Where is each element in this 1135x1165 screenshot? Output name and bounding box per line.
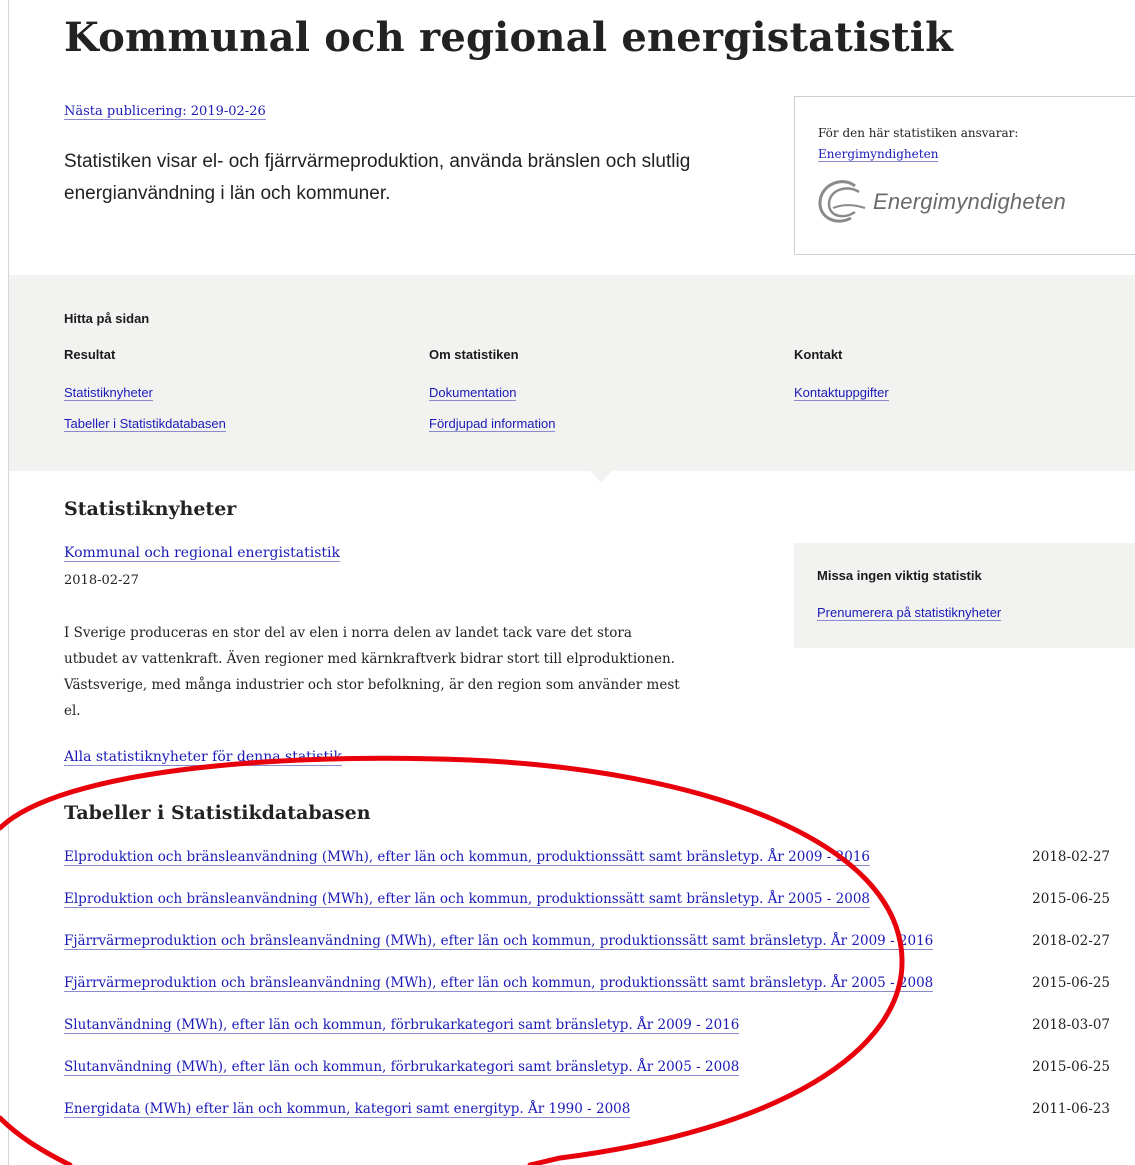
subscribe-box: Missa ingen viktig statistik Prenumerera… <box>794 543 1135 648</box>
logo-wordmark: Energimyndigheten <box>873 189 1066 214</box>
all-news-link[interactable]: Alla statistiknyheter för denna statisti… <box>64 749 343 766</box>
responsible-agency-link[interactable]: Energimyndigheten <box>818 147 939 162</box>
subscribe-title: Missa ingen viktig statistik <box>817 568 982 583</box>
table-date: 2018-02-27 <box>1032 849 1110 865</box>
find-column-kontakt: Kontakt Kontaktuppgifter <box>794 347 889 416</box>
find-link-tabeller[interactable]: Tabeller i Statistikdatabasen <box>64 416 226 432</box>
table-date: 2015-06-25 <box>1032 1059 1110 1075</box>
news-item-date: 2018-02-27 <box>64 573 139 588</box>
table-row: Fjärrvärmeproduktion och bränsleanvändni… <box>64 933 1124 975</box>
find-link-fordjupad-information[interactable]: Fördjupad information <box>429 416 556 432</box>
table-row: Slutanvändning (MWh), efter län och komm… <box>64 1017 1124 1059</box>
table-row: Slutanvändning (MWh), efter län och komm… <box>64 1059 1124 1101</box>
panel-pointer-arrow <box>590 471 612 483</box>
table-row: Elproduktion och bränsleanvändning (MWh)… <box>64 891 1124 933</box>
responsible-label: För den här statistiken ansvarar: <box>818 126 1019 140</box>
table-link[interactable]: Energidata (MWh) efter län och kommun, k… <box>64 1101 631 1118</box>
table-link[interactable]: Elproduktion och bränsleanvändning (MWh)… <box>64 849 871 866</box>
energimyndigheten-logo[interactable]: Energimyndigheten <box>815 177 1066 227</box>
find-on-page-panel: Hitta på sidan Resultat Statistiknyheter… <box>9 275 1135 471</box>
table-date: 2015-06-25 <box>1032 891 1110 907</box>
table-link[interactable]: Slutanvändning (MWh), efter län och komm… <box>64 1059 740 1076</box>
responsible-agency-box: För den här statistiken ansvarar: Energi… <box>794 96 1135 255</box>
find-on-page-title: Hitta på sidan <box>64 311 150 326</box>
table-link[interactable]: Slutanvändning (MWh), efter län och komm… <box>64 1017 740 1034</box>
table-date: 2015-06-25 <box>1032 975 1110 991</box>
news-item-link[interactable]: Kommunal och regional energistatistik <box>64 545 340 562</box>
subscribe-link[interactable]: Prenumerera på statistiknyheter <box>817 605 1002 621</box>
table-row: Fjärrvärmeproduktion och bränsleanvändni… <box>64 975 1124 1017</box>
find-link-dokumentation[interactable]: Dokumentation <box>429 385 517 401</box>
table-link[interactable]: Elproduktion och bränsleanvändning (MWh)… <box>64 891 871 908</box>
table-row: Energidata (MWh) efter län och kommun, k… <box>64 1101 1124 1143</box>
page-title: Kommunal och regional energistatistik <box>64 14 954 61</box>
table-date: 2018-03-07 <box>1032 1017 1110 1033</box>
tables-heading: Tabeller i Statistikdatabasen <box>64 802 371 824</box>
find-column-resultat: Resultat Statistiknyheter Tabeller i Sta… <box>64 347 226 447</box>
page-left-border <box>8 0 9 1165</box>
find-column-heading: Resultat <box>64 347 116 362</box>
table-row: Elproduktion och bränsleanvändning (MWh)… <box>64 849 1124 891</box>
find-column-heading: Kontakt <box>794 347 843 362</box>
intro-text: Statistiken visar el- och fjärrvärmeprod… <box>64 151 691 204</box>
find-column-om-statistiken: Om statistiken Dokumentation Fördjupad i… <box>429 347 556 447</box>
news-item-text: I Sverige produceras en stor del av elen… <box>64 625 680 719</box>
table-link[interactable]: Fjärrvärmeproduktion och bränsleanvändni… <box>64 933 934 950</box>
find-link-kontaktuppgifter[interactable]: Kontaktuppgifter <box>794 385 889 401</box>
table-date: 2011-06-23 <box>1032 1101 1110 1117</box>
table-date: 2018-02-27 <box>1032 933 1110 949</box>
next-publication-link[interactable]: Nästa publicering: 2019-02-26 <box>64 104 266 120</box>
energimyndigheten-logo-icon <box>818 180 866 223</box>
find-column-heading: Om statistiken <box>429 347 519 362</box>
find-link-statistiknyheter[interactable]: Statistiknyheter <box>64 385 153 401</box>
news-heading: Statistiknyheter <box>64 498 237 520</box>
table-link[interactable]: Fjärrvärmeproduktion och bränsleanvändni… <box>64 975 934 992</box>
tables-list: Elproduktion och bränsleanvändning (MWh)… <box>64 849 1124 1143</box>
